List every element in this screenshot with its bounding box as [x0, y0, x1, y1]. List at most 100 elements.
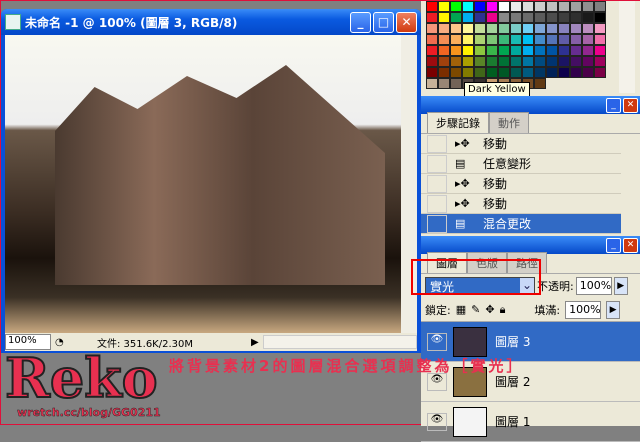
color-swatch[interactable] — [546, 23, 558, 34]
color-swatch[interactable] — [570, 1, 582, 12]
color-swatch[interactable] — [474, 34, 486, 45]
color-swatch[interactable] — [594, 56, 606, 67]
color-swatch[interactable] — [426, 12, 438, 23]
color-swatch[interactable] — [426, 34, 438, 45]
color-swatch[interactable] — [438, 1, 450, 12]
color-swatch[interactable] — [498, 12, 510, 23]
color-swatch[interactable] — [474, 1, 486, 12]
color-swatch[interactable] — [438, 23, 450, 34]
snapshot-checkbox[interactable] — [427, 194, 447, 213]
color-swatch[interactable] — [462, 56, 474, 67]
color-swatch[interactable] — [486, 1, 498, 12]
color-swatch[interactable] — [498, 1, 510, 12]
color-swatch[interactable] — [462, 12, 474, 23]
color-swatch[interactable] — [474, 45, 486, 56]
color-swatch[interactable] — [558, 23, 570, 34]
lock-paint-icon[interactable]: ✎ — [471, 303, 480, 316]
color-swatch[interactable] — [582, 45, 594, 56]
color-swatch[interactable] — [510, 1, 522, 12]
color-swatch[interactable] — [498, 67, 510, 78]
color-swatch[interactable] — [462, 23, 474, 34]
color-swatch[interactable] — [558, 1, 570, 12]
color-swatch[interactable] — [438, 34, 450, 45]
opacity-input[interactable]: 100% — [575, 277, 612, 295]
color-swatch[interactable] — [486, 12, 498, 23]
color-swatch[interactable] — [534, 34, 546, 45]
opacity-slider-button[interactable]: ▶ — [613, 277, 628, 295]
color-swatch[interactable] — [426, 45, 438, 56]
fill-slider-button[interactable]: ▶ — [606, 300, 621, 319]
color-swatch[interactable] — [522, 45, 534, 56]
close-button[interactable]: ✕ — [396, 11, 417, 33]
color-swatch[interactable] — [450, 1, 462, 12]
color-swatch[interactable] — [498, 34, 510, 45]
color-swatch[interactable] — [558, 34, 570, 45]
color-swatch[interactable] — [534, 45, 546, 56]
lock-transparency-icon[interactable]: ▦ — [456, 303, 466, 316]
color-swatch[interactable] — [546, 56, 558, 67]
color-swatch[interactable] — [426, 1, 438, 12]
color-swatch[interactable] — [462, 1, 474, 12]
fill-input[interactable]: 100% — [565, 300, 602, 319]
color-swatch[interactable] — [450, 45, 462, 56]
tab-actions[interactable]: 動作 — [489, 112, 529, 133]
color-swatch[interactable] — [534, 78, 546, 89]
history-item[interactable]: ▸✥ 移動 — [421, 174, 621, 194]
color-swatch[interactable] — [594, 67, 606, 78]
color-swatch[interactable] — [570, 34, 582, 45]
tab-history[interactable]: 步驟記錄 — [427, 112, 489, 133]
color-swatch[interactable] — [438, 56, 450, 67]
snapshot-checkbox[interactable] — [427, 154, 447, 173]
horizontal-scrollbar[interactable] — [262, 335, 417, 349]
color-swatch[interactable] — [534, 67, 546, 78]
color-swatch[interactable] — [558, 56, 570, 67]
history-item[interactable]: ▤ 混合更改 — [421, 214, 621, 234]
color-swatch[interactable] — [534, 56, 546, 67]
color-swatch[interactable] — [594, 45, 606, 56]
color-swatch[interactable] — [510, 67, 522, 78]
color-swatch[interactable] — [462, 45, 474, 56]
color-swatch[interactable] — [438, 67, 450, 78]
color-swatch[interactable] — [594, 12, 606, 23]
color-swatch[interactable] — [522, 34, 534, 45]
color-swatch[interactable] — [450, 56, 462, 67]
color-swatch[interactable] — [486, 23, 498, 34]
history-item[interactable]: ▸✥ 移動 — [421, 134, 621, 154]
layer-row[interactable]: 👁︎ 圖層 1 — [421, 402, 640, 442]
color-swatch[interactable] — [570, 67, 582, 78]
eye-icon[interactable]: 👁︎ — [427, 412, 447, 431]
color-swatch[interactable] — [570, 23, 582, 34]
color-swatch[interactable] — [546, 12, 558, 23]
maximize-button[interactable]: □ — [373, 11, 394, 33]
color-swatch[interactable] — [558, 12, 570, 23]
color-swatch[interactable] — [510, 34, 522, 45]
color-swatch[interactable] — [438, 78, 450, 89]
color-swatch[interactable] — [426, 67, 438, 78]
color-swatch[interactable] — [522, 23, 534, 34]
image-canvas[interactable] — [5, 35, 401, 333]
color-swatch[interactable] — [462, 67, 474, 78]
color-swatch[interactable] — [498, 23, 510, 34]
color-swatch[interactable] — [510, 45, 522, 56]
color-swatch[interactable] — [450, 78, 462, 89]
color-swatch[interactable] — [498, 45, 510, 56]
color-swatch[interactable] — [546, 1, 558, 12]
color-swatch[interactable] — [450, 12, 462, 23]
color-swatch[interactable] — [546, 67, 558, 78]
color-swatch[interactable] — [582, 56, 594, 67]
color-swatch[interactable] — [486, 67, 498, 78]
color-swatch[interactable] — [462, 34, 474, 45]
color-swatch[interactable] — [582, 12, 594, 23]
history-item[interactable]: ▸✥ 移動 — [421, 194, 621, 214]
color-swatch[interactable] — [474, 67, 486, 78]
color-swatch[interactable] — [474, 56, 486, 67]
color-swatch[interactable] — [522, 1, 534, 12]
color-swatch[interactable] — [438, 45, 450, 56]
color-swatch[interactable] — [510, 23, 522, 34]
snapshot-checkbox[interactable] — [427, 174, 447, 193]
color-swatch[interactable] — [426, 78, 438, 89]
color-swatch[interactable] — [426, 23, 438, 34]
panel-close-button[interactable]: ✕ — [623, 97, 638, 113]
color-swatch[interactable] — [438, 12, 450, 23]
color-swatch[interactable] — [558, 45, 570, 56]
